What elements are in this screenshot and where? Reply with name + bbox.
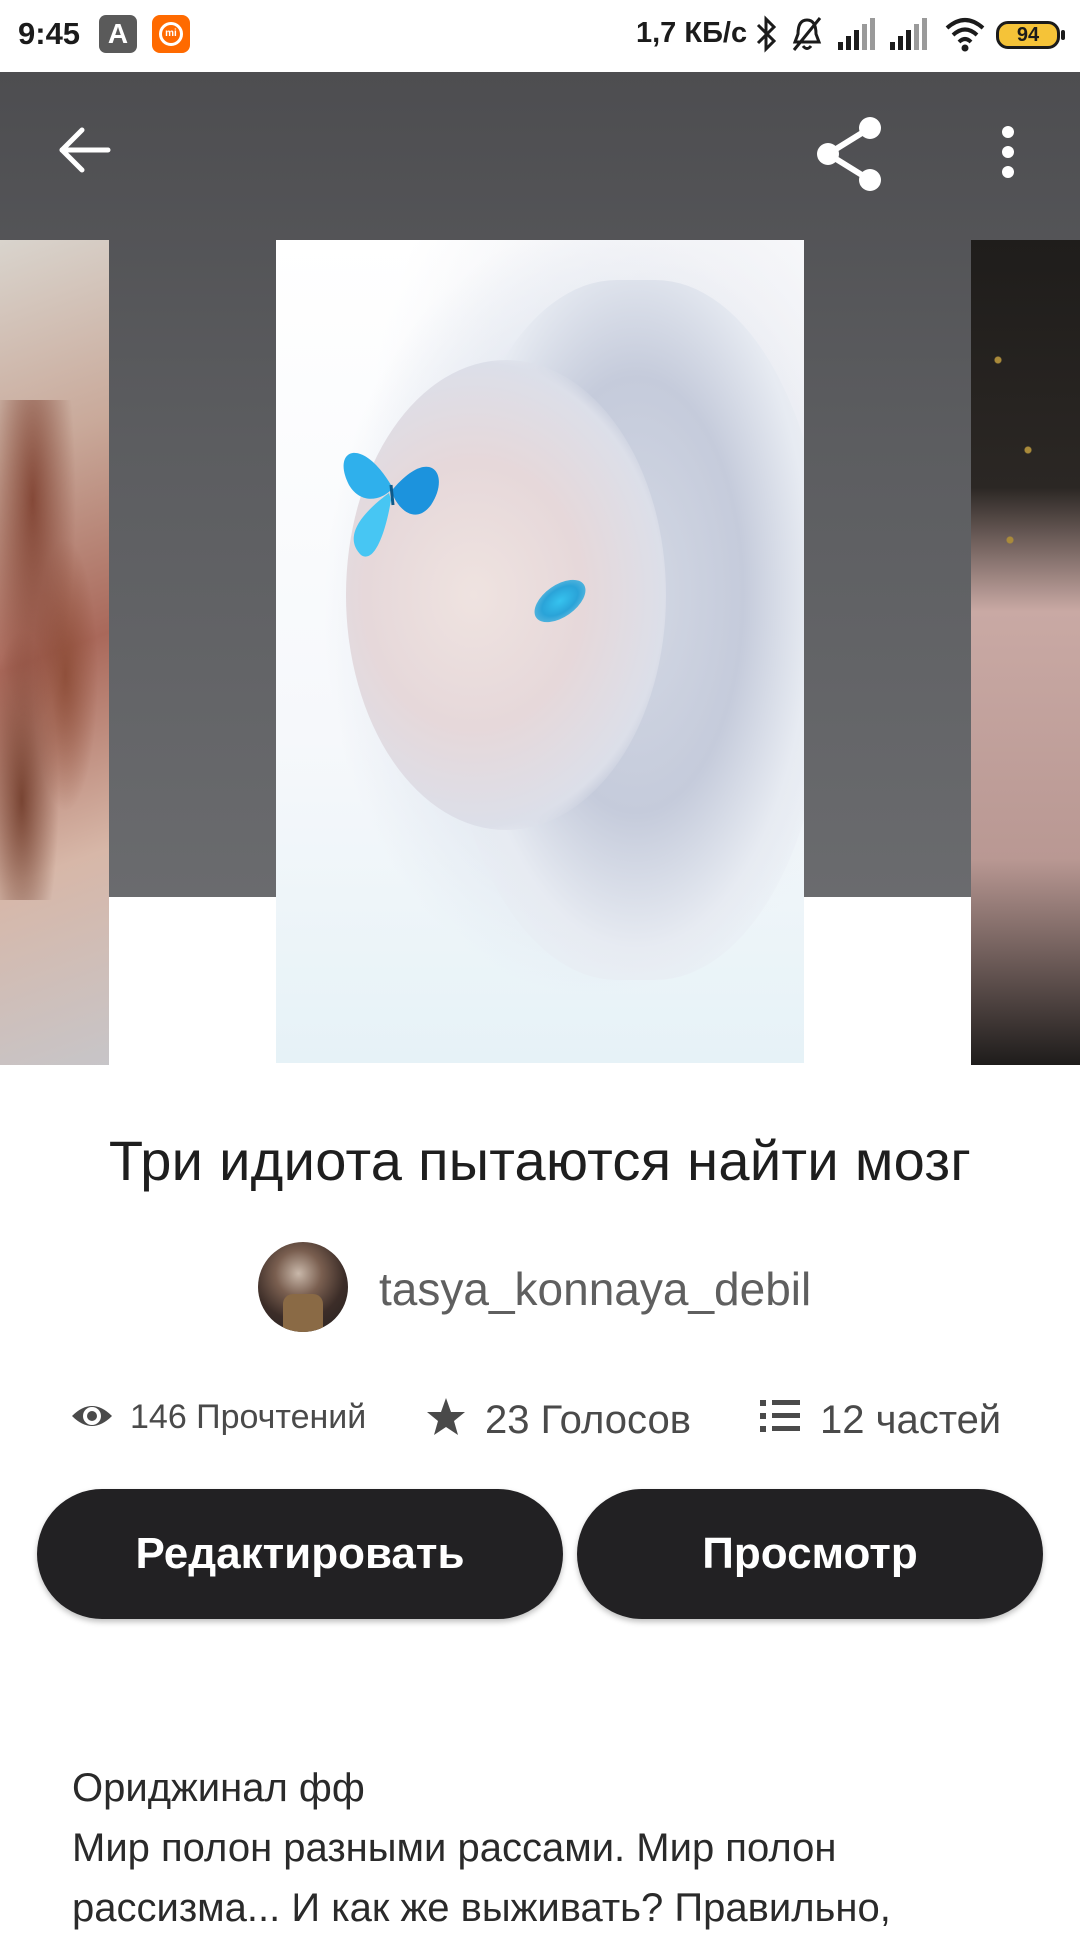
- cover-previous[interactable]: [0, 240, 109, 1065]
- list-icon: [760, 1400, 800, 1432]
- arrow-left-icon[interactable]: [56, 122, 112, 178]
- author-name[interactable]: tasya_konnaya_debil: [379, 1262, 811, 1316]
- description-line: Ориджинал фф: [72, 1766, 365, 1810]
- description-line: рассизма... И как же выживать? Правильно…: [72, 1886, 891, 1930]
- parts-count: 12 частей: [820, 1398, 1002, 1442]
- network-speed: 1,7 КБ/с: [636, 17, 748, 49]
- silent-bell-icon: [792, 17, 822, 51]
- view-button[interactable]: Просмотр: [577, 1489, 1043, 1619]
- mi-app-icon: mi: [152, 15, 190, 53]
- wifi-icon: [945, 18, 985, 52]
- status-time: 9:45: [18, 16, 81, 51]
- parts-stat: 12 частей: [760, 1392, 1060, 1442]
- story-description: Ориджинал фф Мир полон разными рассами. …: [72, 1758, 1032, 1938]
- edit-button[interactable]: Редактировать: [37, 1489, 563, 1619]
- more-vertical-icon[interactable]: [996, 124, 1020, 180]
- status-bar: 9:45 A mi 1,7 КБ/с 94: [0, 0, 1080, 72]
- battery-icon: 94: [996, 21, 1065, 49]
- share-icon[interactable]: [812, 116, 888, 192]
- reads-count: 146 Прочтений: [130, 1398, 367, 1436]
- votes-stat: 23 Голосов: [425, 1392, 715, 1442]
- reads-stat: 146 Прочтений: [70, 1392, 380, 1442]
- top-toolbar: [0, 72, 1080, 240]
- bluetooth-icon: [756, 15, 777, 53]
- star-icon: [427, 1398, 465, 1435]
- cover-current[interactable]: [276, 240, 804, 1063]
- butterfly-icon: [343, 452, 439, 557]
- signal-icon: [838, 18, 875, 50]
- app-notification-icon: A: [99, 15, 137, 53]
- votes-count: 23 Голосов: [485, 1398, 691, 1442]
- cover-next[interactable]: [971, 240, 1080, 1065]
- eye-icon: [72, 1406, 112, 1426]
- description-line: Мир полон разными рассами. Мир полон: [72, 1826, 837, 1870]
- signal-icon: [890, 18, 927, 50]
- story-title: Три идиота пытаются найти мозг: [108, 1129, 972, 1192]
- avatar[interactable]: [258, 1242, 348, 1332]
